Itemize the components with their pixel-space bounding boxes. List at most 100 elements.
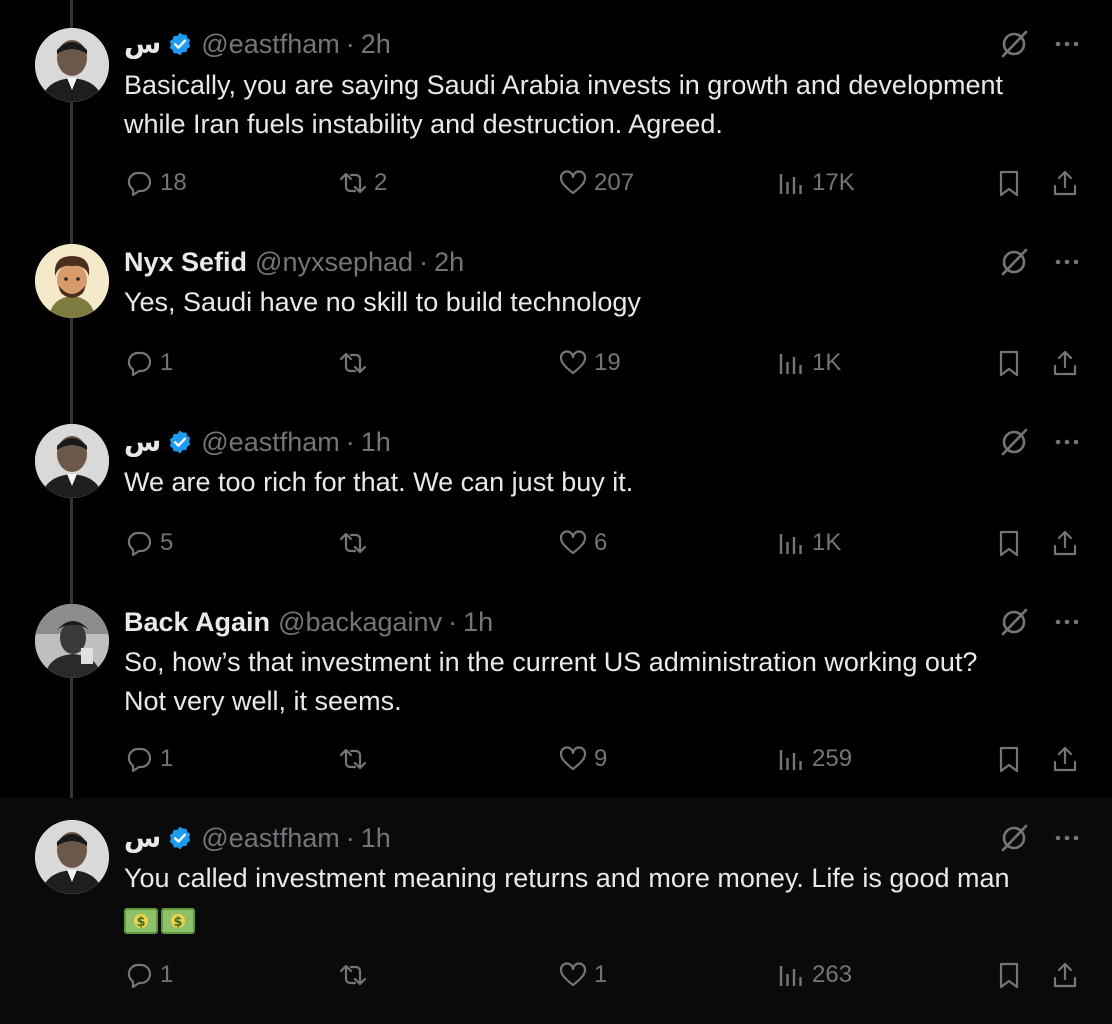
tweet-header: Back Again @backagainv · 1h [124,604,1082,640]
display-name[interactable]: Back Again [124,607,270,638]
like-icon [559,170,587,195]
like-button[interactable]: 19 [558,345,621,381]
bookmark-icon [999,746,1019,773]
tweet[interactable]: س @eastfham · 1h We are too rich for tha… [0,400,1112,580]
share-button[interactable] [1050,741,1080,777]
more-icon[interactable] [1052,247,1082,277]
display-name[interactable]: س [124,427,161,458]
retweet-button[interactable]: 2 [338,165,387,201]
like-button[interactable]: 1 [558,957,607,993]
tweet-header: Nyx Sefid @nyxsephad · 2h [124,244,1082,280]
reply-button[interactable]: 1 [124,345,173,381]
reply-button[interactable]: 5 [124,525,173,561]
like-count: 9 [594,745,608,772]
like-button[interactable]: 207 [558,165,634,201]
avatar[interactable] [35,244,109,318]
retweet-button[interactable] [338,525,374,561]
like-button[interactable]: 6 [558,525,607,561]
grok-icon[interactable] [998,426,1030,458]
tweet-actions: 5 6 1K [124,525,1082,561]
tweet-text-line: Yes, Saudi have no skill to build techno… [124,287,641,317]
reply-icon [127,747,152,773]
more-icon[interactable] [1052,427,1082,457]
retweet-button[interactable] [338,345,374,381]
like-count: 19 [594,349,621,376]
separator-dot: · [345,822,355,853]
tweet-header: س @eastfham · 1h [124,820,1082,856]
more-icon[interactable] [1052,29,1082,59]
avatar[interactable] [35,424,109,498]
retweet-button[interactable] [338,957,374,993]
user-handle[interactable]: @nyxsephad [255,247,413,278]
dollar-banknote-emoji: $ [124,907,158,934]
bookmark-button[interactable] [994,957,1024,993]
share-icon [1053,170,1077,196]
tweet-focused[interactable]: س @eastfham · 1h You called investment m… [0,798,1112,1024]
display-name[interactable]: س [124,823,161,854]
timestamp[interactable]: 2h [361,29,391,60]
views-button[interactable]: 1K [776,345,841,381]
bookmark-button[interactable] [994,741,1024,777]
reply-count: 1 [160,745,174,772]
bookmark-button[interactable] [994,165,1024,201]
user-handle[interactable]: @eastfham [201,29,339,60]
tweet-actions: 1 1 263 [124,957,1082,993]
share-icon [1053,350,1077,376]
tweet-actions: 18 2 207 17K [124,165,1082,201]
views-count: 259 [812,745,853,772]
tweet-actions: 1 19 1K [124,345,1082,381]
like-button[interactable]: 9 [558,741,607,777]
views-button[interactable]: 263 [776,957,852,993]
retweet-icon [339,964,367,986]
share-button[interactable] [1050,957,1080,993]
timestamp[interactable]: 1h [463,607,493,638]
avatar[interactable] [35,28,109,102]
avatar[interactable] [35,604,109,678]
tweet[interactable]: س @eastfham · 2h Basically, you are sayi… [0,0,1112,220]
reply-count: 5 [160,529,174,556]
grok-icon[interactable] [998,822,1030,854]
tweet-text: We are too rich for that. We can just bu… [124,463,1072,502]
reply-button[interactable]: 18 [124,165,187,201]
user-handle[interactable]: @backagainv [278,607,442,638]
views-icon [779,174,802,194]
like-icon [559,962,587,987]
verified-badge-icon [167,31,193,57]
more-icon[interactable] [1052,607,1082,637]
tweet[interactable]: Back Again @backagainv · 1h So, how’s th… [0,580,1112,798]
bookmark-icon [999,962,1019,989]
timestamp[interactable]: 2h [434,247,464,278]
reply-button[interactable]: 1 [124,741,173,777]
verified-badge-icon [167,825,193,851]
reply-count: 1 [160,349,174,376]
verified-badge-icon [167,429,193,455]
avatar[interactable] [35,820,109,894]
grok-icon[interactable] [998,28,1030,60]
timestamp[interactable]: 1h [361,823,391,854]
views-button[interactable]: 259 [776,741,852,777]
user-handle[interactable]: @eastfham [201,823,339,854]
timestamp[interactable]: 1h [361,427,391,458]
reply-icon [127,171,152,197]
more-icon[interactable] [1052,823,1082,853]
views-button[interactable]: 1K [776,525,841,561]
bookmark-button[interactable] [994,345,1024,381]
reply-button[interactable]: 1 [124,957,173,993]
views-button[interactable]: 17K [776,165,855,201]
display-name[interactable]: س [124,29,161,60]
share-icon [1053,962,1077,988]
retweet-icon [339,748,367,770]
share-button[interactable] [1050,525,1080,561]
grok-icon[interactable] [998,246,1030,278]
views-icon [779,534,802,554]
bookmark-button[interactable] [994,525,1024,561]
views-icon [779,354,802,374]
share-button[interactable] [1050,345,1080,381]
like-count: 6 [594,529,608,556]
display-name[interactable]: Nyx Sefid [124,247,247,278]
share-button[interactable] [1050,165,1080,201]
user-handle[interactable]: @eastfham [201,427,339,458]
tweet[interactable]: Nyx Sefid @nyxsephad · 2h Yes, Saudi hav… [0,220,1112,400]
retweet-button[interactable] [338,741,374,777]
grok-icon[interactable] [998,606,1030,638]
